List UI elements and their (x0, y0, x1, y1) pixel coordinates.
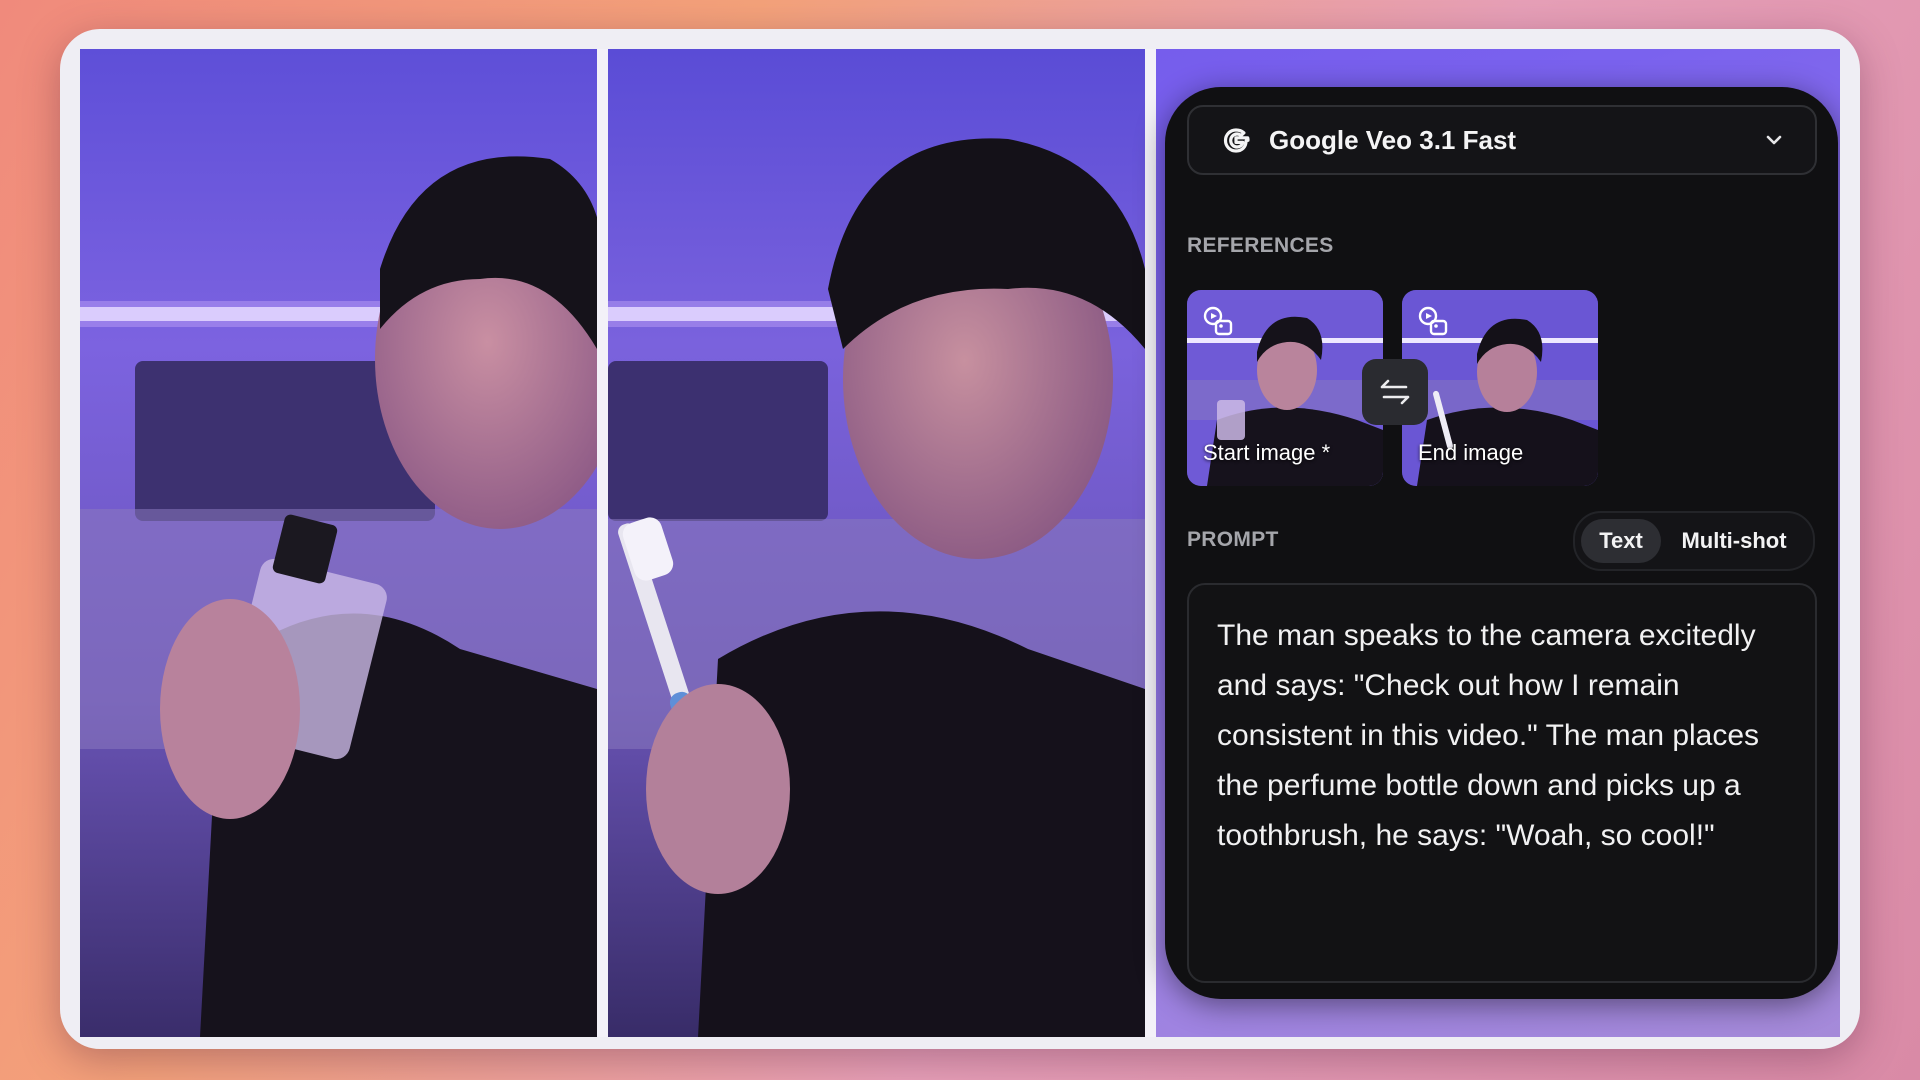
mode-text-button[interactable]: Text (1581, 519, 1661, 563)
prompt-text: The man speaks to the camera excitedly a… (1217, 619, 1760, 852)
prompt-mode-toggle: Text Multi-shot (1573, 511, 1815, 571)
google-g-icon (1223, 128, 1250, 153)
video-stage: Google Veo 3.1 Fast REFERENCES Start ima… (80, 49, 1840, 1037)
start-image-thumbnail[interactable]: Start image * (1187, 290, 1383, 486)
swap-arrows-icon (1380, 379, 1410, 405)
end-frame-image (608, 49, 1145, 1037)
image-reference-icon (1418, 306, 1448, 336)
image-divider (1145, 49, 1156, 1037)
end-image-thumbnail[interactable]: End image (1402, 290, 1598, 486)
start-frame-image (80, 49, 597, 1037)
end-image-caption: End image (1418, 440, 1524, 465)
screenshot-frame: Google Veo 3.1 Fast REFERENCES Start ima… (60, 29, 1860, 1049)
prompt-label: PROMPT (1187, 528, 1279, 551)
model-name: Google Veo 3.1 Fast (1269, 124, 1517, 155)
references-label: REFERENCES (1187, 234, 1334, 257)
mode-multi-shot-button[interactable]: Multi-shot (1667, 519, 1801, 563)
swap-images-button[interactable] (1362, 359, 1428, 425)
prompt-input[interactable]: The man speaks to the camera excitedly a… (1187, 583, 1817, 983)
start-image-caption: Start image * (1203, 440, 1331, 465)
chevron-down-icon[interactable] (1763, 129, 1785, 151)
image-reference-icon (1203, 306, 1233, 336)
generation-panel: Google Veo 3.1 Fast REFERENCES Start ima… (1165, 87, 1838, 999)
image-divider (597, 49, 608, 1037)
model-select[interactable]: Google Veo 3.1 Fast (1187, 105, 1817, 175)
